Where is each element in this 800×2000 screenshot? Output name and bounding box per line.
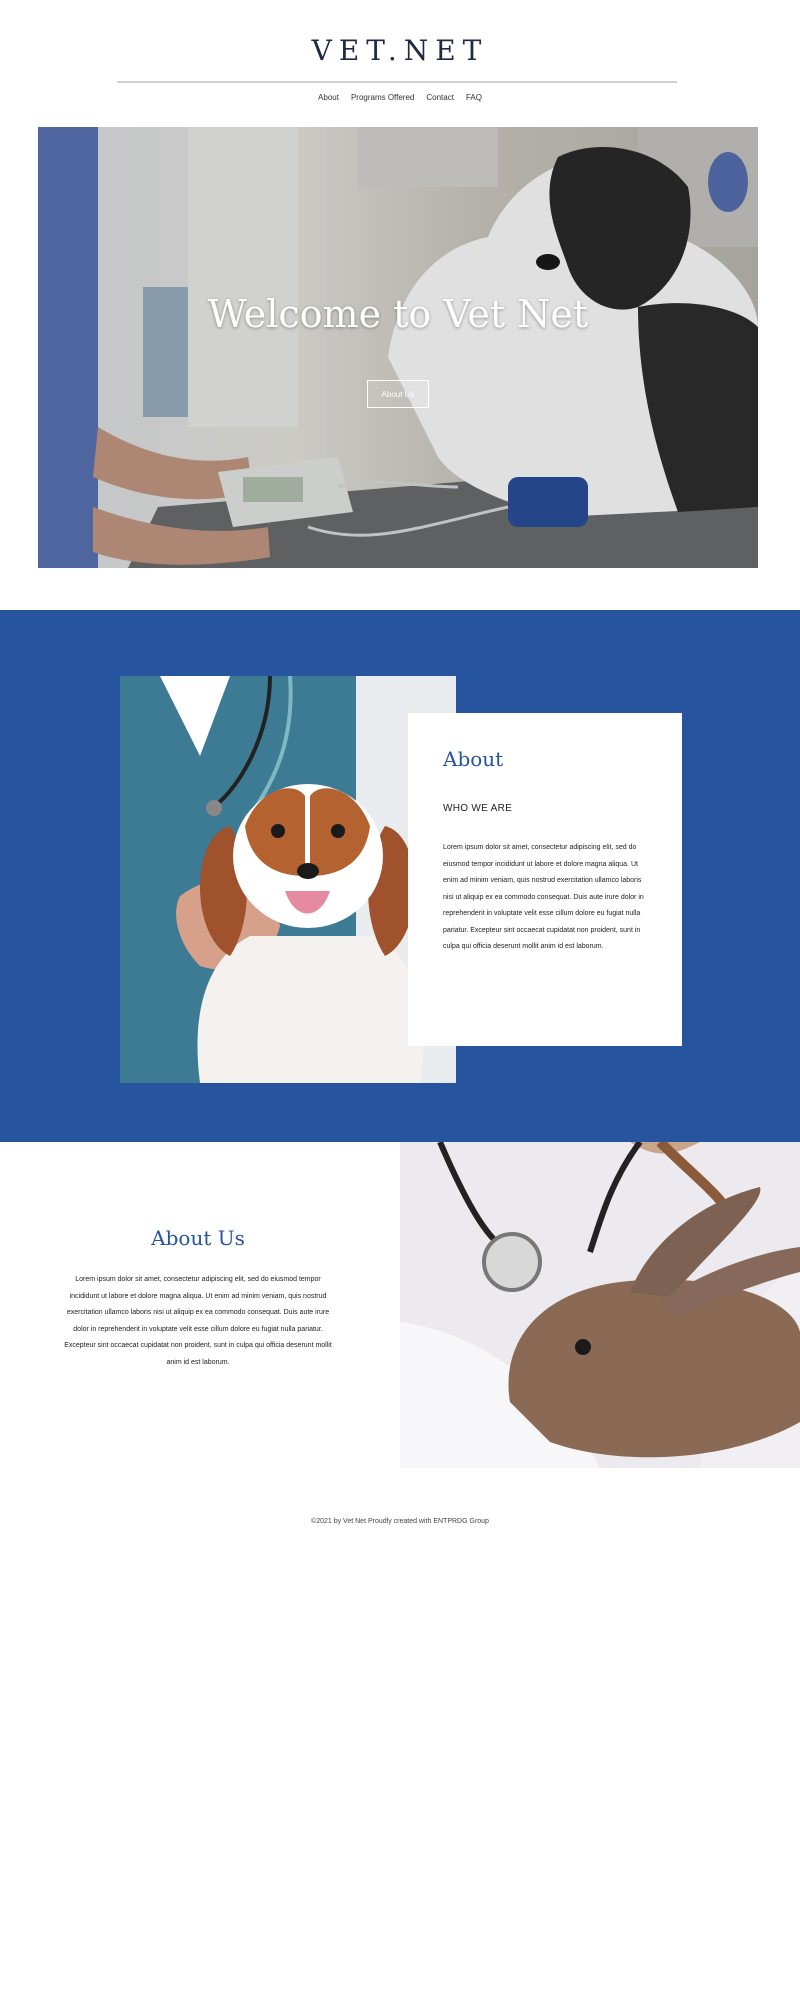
hero-banner: Welcome to Vet Net About Us: [38, 127, 758, 568]
nav-item-about[interactable]: About: [318, 93, 339, 102]
rabbit-photo: [400, 1142, 800, 1468]
nav-item-faq[interactable]: FAQ: [466, 93, 482, 102]
dog-image: [120, 676, 456, 1083]
nav-item-programs[interactable]: Programs Offered: [351, 93, 414, 102]
hero-image: [38, 127, 758, 568]
site-logo[interactable]: VET.NET: [0, 34, 800, 67]
about-title: About: [443, 747, 504, 771]
dog-photo: [120, 676, 456, 1083]
nav-item-contact[interactable]: Contact: [426, 93, 454, 102]
main-nav: About Programs Offered Contact FAQ: [0, 93, 800, 102]
about-subtitle: WHO WE ARE: [443, 803, 513, 814]
about-us-body: Lorem ipsum dolor sit amet, consectetur …: [64, 1276, 332, 1366]
about-card: About WHO WE ARE Lorem ipsum dolor sit a…: [408, 713, 682, 1046]
rabbit-image: [400, 1142, 800, 1468]
about-us-title: About Us: [151, 1226, 245, 1250]
about-us-button[interactable]: About Us: [367, 380, 429, 408]
about-body: Lorem ipsum dolor sit amet, consectetur …: [443, 844, 644, 950]
header-divider: [117, 81, 677, 83]
hero-title: Welcome to Vet Net: [207, 292, 589, 336]
footer-copyright: ©2021 by Vet Net Proudly created with EN…: [311, 1518, 489, 1525]
